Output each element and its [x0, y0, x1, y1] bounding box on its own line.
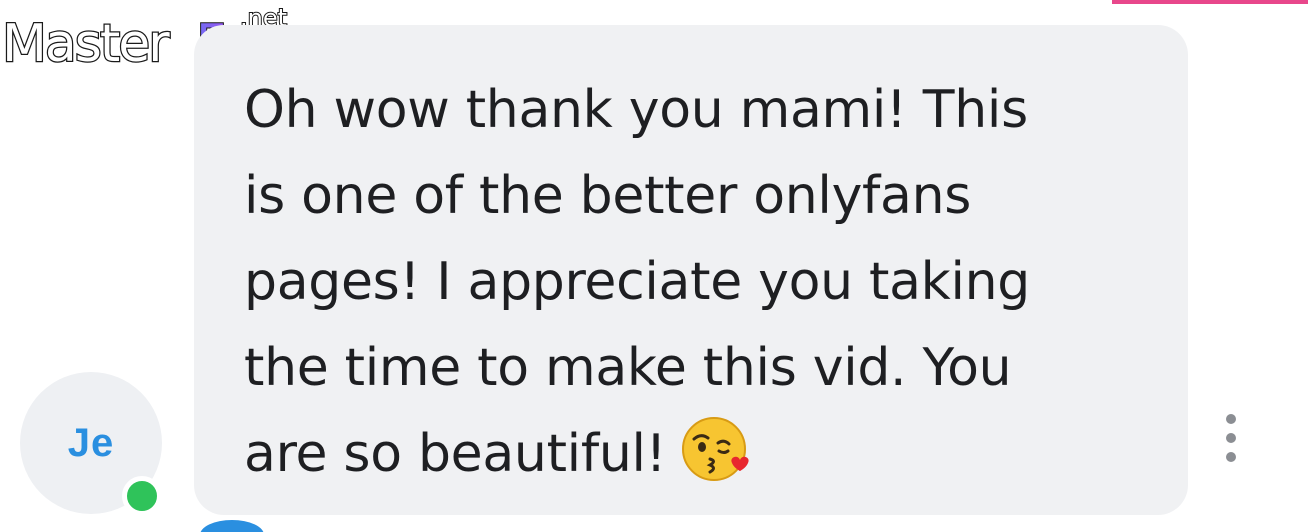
more-dot: [1226, 414, 1236, 424]
online-status-indicator: [122, 476, 162, 516]
svg-text:Master: Master: [2, 14, 170, 74]
more-options-button[interactable]: [1214, 410, 1248, 466]
comment-screenshot: Master Fap .net Je Oh wow thank you mami…: [0, 0, 1308, 532]
more-dot: [1226, 452, 1236, 462]
like-reaction-icon[interactable]: [200, 520, 264, 532]
comment-line: are so beautiful!: [244, 424, 667, 484]
comment-line: the time to make this vid. You: [244, 338, 1012, 398]
face-blowing-a-kiss-icon: [680, 413, 752, 485]
avatar-initials: Je: [67, 420, 115, 465]
comment-line: Oh wow thank you mami! This: [244, 80, 1028, 140]
comment-bubble: Oh wow thank you mami! This is one of the…: [194, 25, 1188, 515]
comment-text: Oh wow thank you mami! This is one of the…: [244, 67, 1148, 497]
comment-line: pages! I appreciate you taking: [244, 252, 1030, 312]
top-accent-bar: [1112, 0, 1308, 4]
comment-line: is one of the better onlyfans: [244, 166, 972, 226]
more-dot: [1226, 433, 1236, 443]
